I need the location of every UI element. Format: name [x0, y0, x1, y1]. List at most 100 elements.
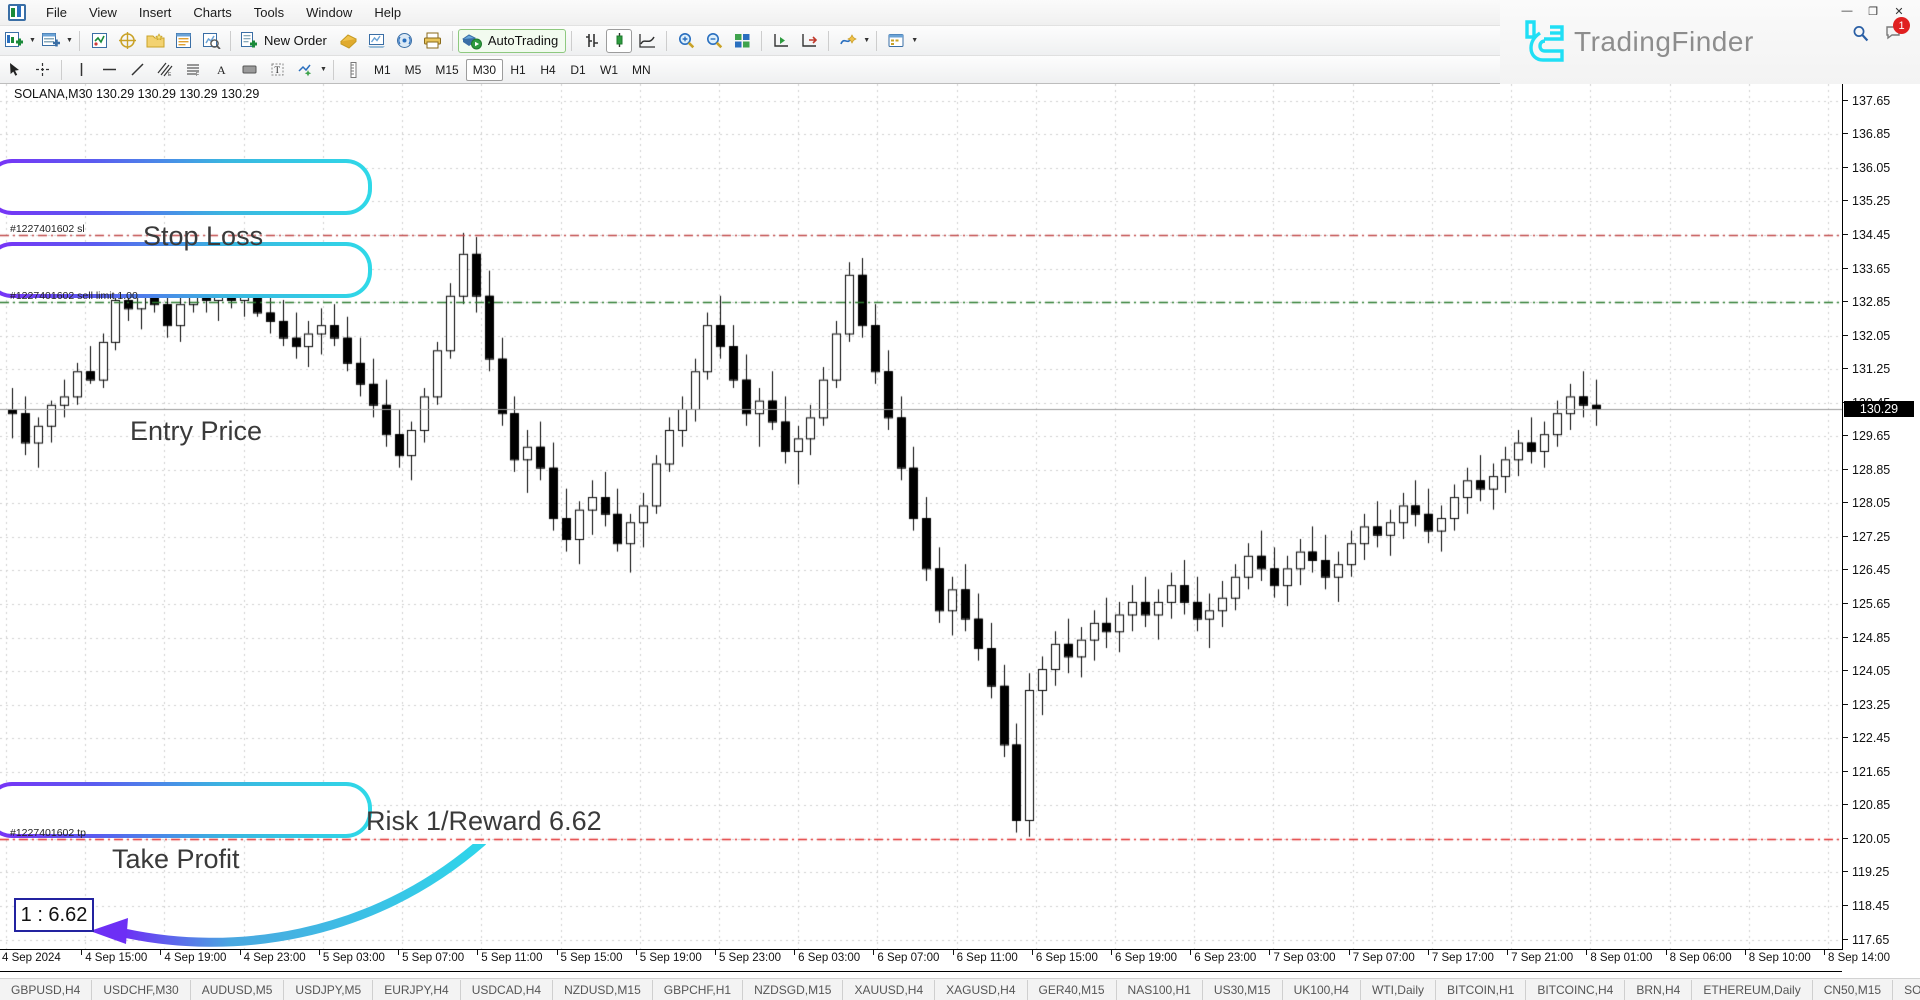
symbol-tab[interactable]: GBPUSD,H4	[0, 980, 92, 1000]
symbol-tab[interactable]: GBPCHF,H1	[653, 980, 743, 1000]
text-box-icon[interactable]: T	[264, 58, 290, 82]
brand-name: TradingFinder	[1574, 26, 1754, 58]
autotrading-button[interactable]: AutoTrading	[458, 29, 566, 53]
vertical-line-icon[interactable]	[68, 58, 94, 82]
symbol-tab[interactable]: AUDUSD,M5	[191, 980, 285, 1000]
tile-windows-icon[interactable]	[729, 29, 755, 53]
timeframe-w1[interactable]: W1	[593, 59, 625, 81]
timeframe-d1[interactable]: D1	[563, 59, 593, 81]
timeframe-mn[interactable]: MN	[625, 59, 658, 81]
terminal-icon[interactable]	[170, 29, 196, 53]
metaeditor-icon[interactable]	[336, 29, 362, 53]
time-tick: 6 Sep 11:00	[957, 952, 1018, 964]
minimize-button[interactable]: —	[1834, 2, 1860, 20]
profiles-icon[interactable]	[38, 29, 64, 53]
time-tick: 8 Sep 14:00	[1828, 952, 1890, 964]
symbol-tab[interactable]: BRN,H4	[1625, 980, 1692, 1000]
periods-caret-icon[interactable]: ▼	[910, 29, 919, 53]
cursor-icon[interactable]	[1, 58, 27, 82]
svg-text:F: F	[196, 72, 199, 77]
new-chart-caret-icon[interactable]: ▼	[28, 29, 37, 53]
time-tick: 6 Sep 15:00	[1036, 952, 1098, 964]
new-order-button[interactable]: New Order	[236, 29, 335, 53]
line-chart-icon[interactable]	[634, 29, 660, 53]
symbol-tab[interactable]: XAUUSD,H4	[843, 980, 935, 1000]
timeframe-m30[interactable]: M30	[466, 59, 503, 81]
candlestick-chart-icon[interactable]	[606, 29, 632, 53]
menu-item-view[interactable]: View	[78, 1, 128, 24]
symbol-tab[interactable]: UK100,H4	[1283, 980, 1361, 1000]
symbol-tab[interactable]: NZDUSD,M15	[553, 980, 653, 1000]
menu-item-help[interactable]: Help	[363, 1, 412, 24]
market-watch-icon[interactable]	[86, 29, 112, 53]
new-chart-icon[interactable]	[1, 29, 27, 53]
signals-icon[interactable]	[392, 29, 418, 53]
maximize-button[interactable]: ❐	[1860, 2, 1886, 20]
data-window-icon[interactable]	[114, 29, 140, 53]
menu-item-window[interactable]: Window	[295, 1, 363, 24]
equidistant-channel-icon[interactable]: E	[152, 58, 178, 82]
menu-item-tools[interactable]: Tools	[243, 1, 295, 24]
symbol-tab[interactable]: XAGUSD,H4	[935, 980, 1027, 1000]
bell-icon[interactable]: 1	[1885, 24, 1904, 47]
text-icon[interactable]: A	[208, 58, 234, 82]
symbol-tab[interactable]: ETHEREUM,Daily	[1692, 980, 1812, 1000]
time-scale[interactable]: 4 Sep 20244 Sep 15:004 Sep 19:004 Sep 23…	[0, 950, 1842, 972]
autotrading-icon	[462, 32, 483, 50]
symbol-tab[interactable]: USDCAD,H4	[461, 980, 553, 1000]
indicators-caret-icon[interactable]: ▼	[862, 29, 871, 53]
menu-item-file[interactable]: File	[35, 1, 78, 24]
shapes-icon[interactable]	[292, 58, 318, 82]
symbol-tab[interactable]: EURJPY,H4	[373, 980, 460, 1000]
timeframe-h4[interactable]: H4	[533, 59, 563, 81]
menu-item-insert[interactable]: Insert	[128, 1, 183, 24]
risk-reward-ratio-box: 1 : 6.62	[14, 898, 94, 932]
symbol-tab[interactable]: NAS100,H1	[1117, 980, 1203, 1000]
highlight-box-stop-loss	[0, 159, 372, 215]
symbol-tab[interactable]: CN50,M15	[1813, 980, 1893, 1000]
label-icon[interactable]	[236, 58, 262, 82]
zoom-out-icon[interactable]	[701, 29, 727, 53]
strategy-tester-icon[interactable]	[198, 29, 224, 53]
price-tick: 128.05	[1843, 496, 1920, 510]
expert-advisors-icon[interactable]	[364, 29, 390, 53]
symbol-tab[interactable]: USDJPY,M5	[284, 980, 373, 1000]
price-tick: 125.65	[1843, 597, 1920, 611]
symbol-tab[interactable]: BITCOINC,H4	[1526, 980, 1625, 1000]
price-tick: 119.25	[1843, 865, 1920, 879]
bar-chart-icon[interactable]	[578, 29, 604, 53]
timeframe-m1[interactable]: M1	[367, 59, 398, 81]
price-chart[interactable]: SOLANA,M30 130.29 130.29 130.29 130.29 #…	[0, 84, 1842, 950]
order-label-stop-loss: #1227401602 sl	[10, 223, 85, 235]
crosshair-icon[interactable]	[29, 58, 55, 82]
symbol-tab[interactable]: BITCOIN,H1	[1436, 980, 1526, 1000]
symbol-tab[interactable]: GER40,M15	[1028, 980, 1117, 1000]
symbol-tab[interactable]: NZDSGD,M15	[743, 980, 843, 1000]
zoom-in-icon[interactable]	[673, 29, 699, 53]
timeframe-m15[interactable]: M15	[428, 59, 465, 81]
fibonacci-icon[interactable]: F	[180, 58, 206, 82]
menu-item-charts[interactable]: Charts	[182, 1, 242, 24]
symbol-tab[interactable]: USDCHF,M30	[92, 980, 190, 1000]
ruler-icon[interactable]	[340, 58, 366, 82]
navigator-icon[interactable]	[142, 29, 168, 53]
profiles-caret-icon[interactable]: ▼	[65, 29, 74, 53]
trendline-icon[interactable]	[124, 58, 150, 82]
timeframe-m5[interactable]: M5	[398, 59, 429, 81]
price-scale[interactable]: 137.65136.85136.05135.25134.45133.65132.…	[1842, 84, 1920, 950]
toolbar-divider	[828, 31, 829, 51]
shapes-caret-icon[interactable]: ▼	[319, 58, 328, 82]
print-icon[interactable]	[420, 29, 446, 53]
horizontal-line-icon[interactable]	[96, 58, 122, 82]
search-icon[interactable]	[1852, 25, 1869, 47]
time-tick: 5 Sep 07:00	[402, 952, 464, 964]
symbol-tab[interactable]: SOLANA,Daily	[1893, 980, 1920, 1000]
chart-shift-icon[interactable]	[796, 29, 822, 53]
timeframe-h1[interactable]: H1	[503, 59, 533, 81]
symbol-tab[interactable]: US30,M15	[1203, 980, 1283, 1000]
time-tick: 4 Sep 23:00	[244, 952, 306, 964]
symbol-tab[interactable]: WTI,Daily	[1361, 980, 1436, 1000]
indicators-icon[interactable]	[835, 29, 861, 53]
periods-icon[interactable]	[883, 29, 909, 53]
auto-scroll-icon[interactable]	[768, 29, 794, 53]
